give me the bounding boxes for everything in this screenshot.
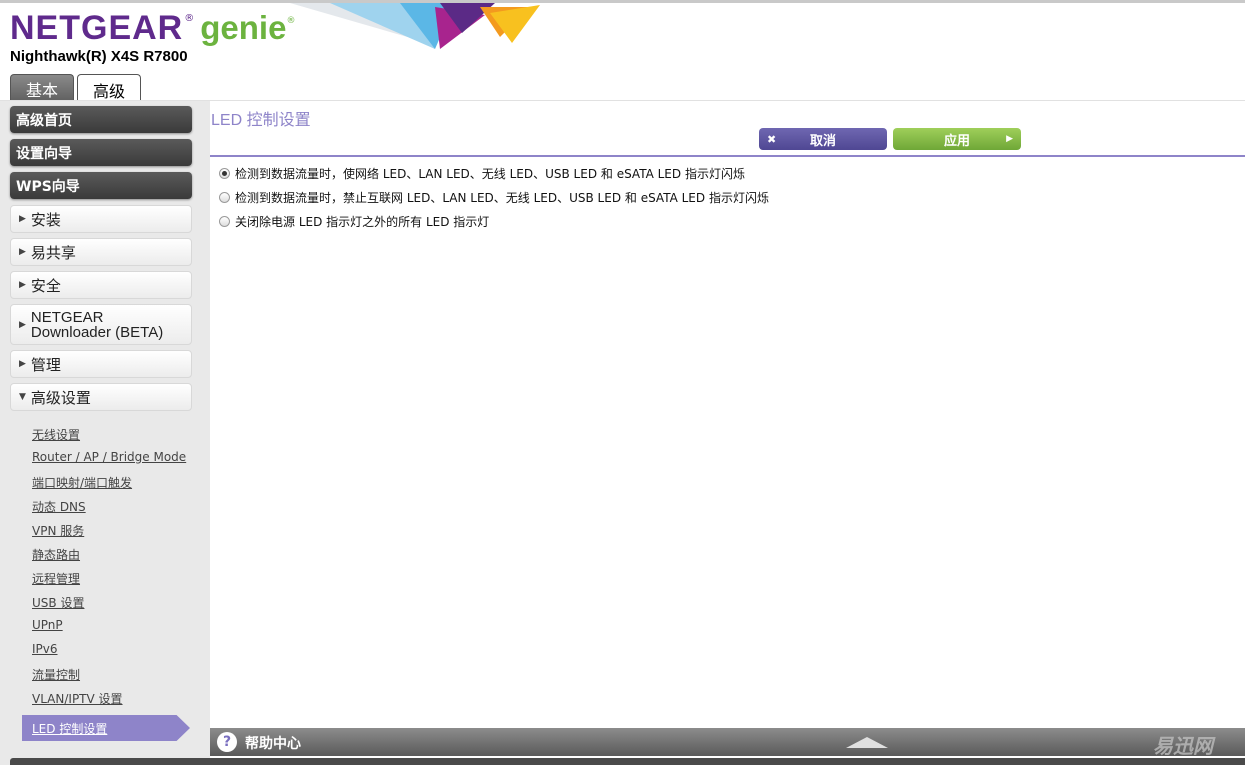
close-icon: ✖ <box>767 132 777 146</box>
logo-netgear-text: NETGEAR <box>10 9 184 47</box>
help-center-label[interactable]: 帮助中心 <box>245 733 301 753</box>
sub-link-upnp[interactable]: UPnP <box>32 618 63 632</box>
triangle-right-icon: ▶ <box>19 359 26 369</box>
sub-link-vpn[interactable]: VPN 服务 <box>32 522 84 539</box>
page-title: LED 控制设置 <box>211 112 311 129</box>
radio-button[interactable] <box>219 192 230 203</box>
watermark: 易迅网 <box>1153 734 1213 758</box>
logo-genie-text: genie <box>200 9 287 46</box>
nav-netgear-downloader-label: NETGEAR Downloader (BETA) <box>31 310 163 340</box>
tab-basic[interactable]: 基本 <box>10 74 74 102</box>
apply-button[interactable]: 应用 ▶ <box>893 128 1021 150</box>
sub-link-traffic-control[interactable]: 流量控制 <box>32 666 80 683</box>
nav-advanced-settings[interactable]: ▼ 高级设置 <box>10 383 192 411</box>
sub-link-led-control-active[interactable]: LED 控制设置 <box>22 715 190 741</box>
sub-link-static-routes[interactable]: 静态路由 <box>32 546 80 563</box>
help-icon[interactable]: ? <box>217 732 237 752</box>
sub-link-dynamic-dns[interactable]: 动态 DNS <box>32 498 86 515</box>
nav-setup-label: 安装 <box>30 210 61 229</box>
sub-link-usb[interactable]: USB 设置 <box>32 594 84 611</box>
led-option-blink-all[interactable]: 检测到数据流量时，使网络 LED、LAN LED、无线 LED、USB LED … <box>219 165 745 182</box>
cancel-button-label: 取消 <box>809 133 836 149</box>
nav-setup[interactable]: ▶ 安装 <box>10 205 192 233</box>
sub-link-vlan-iptv[interactable]: VLAN/IPTV 设置 <box>32 690 123 707</box>
nav-downloader-line2: Downloader (BETA) <box>30 323 164 341</box>
apply-button-label: 应用 <box>943 133 970 149</box>
help-center-bar: ? 帮助中心 易迅网 <box>210 728 1245 758</box>
title-divider <box>210 155 1245 157</box>
nav-netgear-downloader[interactable]: ▶ NETGEAR Downloader (BETA) <box>10 304 192 345</box>
cancel-button[interactable]: ✖ 取消 <box>759 128 887 150</box>
triangle-down-icon: ▼ <box>19 392 26 402</box>
arrow-right-icon: ▶ <box>1006 134 1013 144</box>
triangle-right-icon: ▶ <box>19 214 26 224</box>
nav-easy-share[interactable]: ▶ 易共享 <box>10 238 192 266</box>
header-decoration-graphic <box>290 3 540 49</box>
router-model: Nighthawk(R) X4S R7800 <box>10 48 188 65</box>
sidebar: 高级首页 设置向导 WPS向导 ▶ 安装 ▶ 易共享 ▶ 安全 ▶ NETGEA… <box>0 101 210 765</box>
sub-link-router-ap-bridge[interactable]: Router / AP / Bridge Mode <box>32 450 186 464</box>
triangle-right-icon: ▶ <box>19 319 26 330</box>
led-option-turn-off[interactable]: 关闭除电源 LED 指示灯之外的所有 LED 指示灯 <box>219 213 489 230</box>
expand-up-arrow-icon[interactable] <box>846 737 888 748</box>
led-option-turn-off-label: 关闭除电源 LED 指示灯之外的所有 LED 指示灯 <box>235 215 490 229</box>
nav-security[interactable]: ▶ 安全 <box>10 271 192 299</box>
led-option-disable-blink[interactable]: 检测到数据流量时，禁止互联网 LED、LAN LED、无线 LED、USB LE… <box>219 189 769 206</box>
radio-button-selected[interactable] <box>219 168 230 179</box>
radio-button[interactable] <box>219 216 230 227</box>
netgear-genie-logo: NETGEAR ® genie ® <box>10 9 295 49</box>
nav-management-label: 管理 <box>30 355 61 374</box>
led-option-disable-blink-label: 检测到数据流量时，禁止互联网 LED、LAN LED、无线 LED、USB LE… <box>235 191 769 205</box>
bottom-strip <box>10 758 1245 765</box>
nav-security-label: 安全 <box>30 276 61 295</box>
nav-management[interactable]: ▶ 管理 <box>10 350 192 378</box>
nav-advanced-home[interactable]: 高级首页 <box>10 106 192 133</box>
nav-easy-share-label: 易共享 <box>30 243 76 262</box>
sub-link-port-forwarding[interactable]: 端口映射/端口触发 <box>32 474 132 491</box>
sub-link-ipv6[interactable]: IPv6 <box>32 642 58 656</box>
main-panel: LED 控制设置 ✖ 取消 应用 ▶ 检测到数据流量时，使网络 LED、LAN … <box>210 101 1245 728</box>
nav-setup-wizard[interactable]: 设置向导 <box>10 139 192 166</box>
header: NETGEAR ® genie ® Nighthawk(R) X4S R7800… <box>0 0 1245 104</box>
sub-link-wireless[interactable]: 无线设置 <box>32 426 80 443</box>
sub-link-remote-management[interactable]: 远程管理 <box>32 570 80 587</box>
logo-registered-mark: ® <box>184 13 195 24</box>
nav-advanced-settings-label: 高级设置 <box>30 388 91 407</box>
triangle-right-icon: ▶ <box>19 280 26 290</box>
led-option-blink-all-label: 检测到数据流量时，使网络 LED、LAN LED、无线 LED、USB LED … <box>235 167 745 181</box>
triangle-right-icon: ▶ <box>19 247 26 257</box>
nav-wps-wizard[interactable]: WPS向导 <box>10 172 192 199</box>
